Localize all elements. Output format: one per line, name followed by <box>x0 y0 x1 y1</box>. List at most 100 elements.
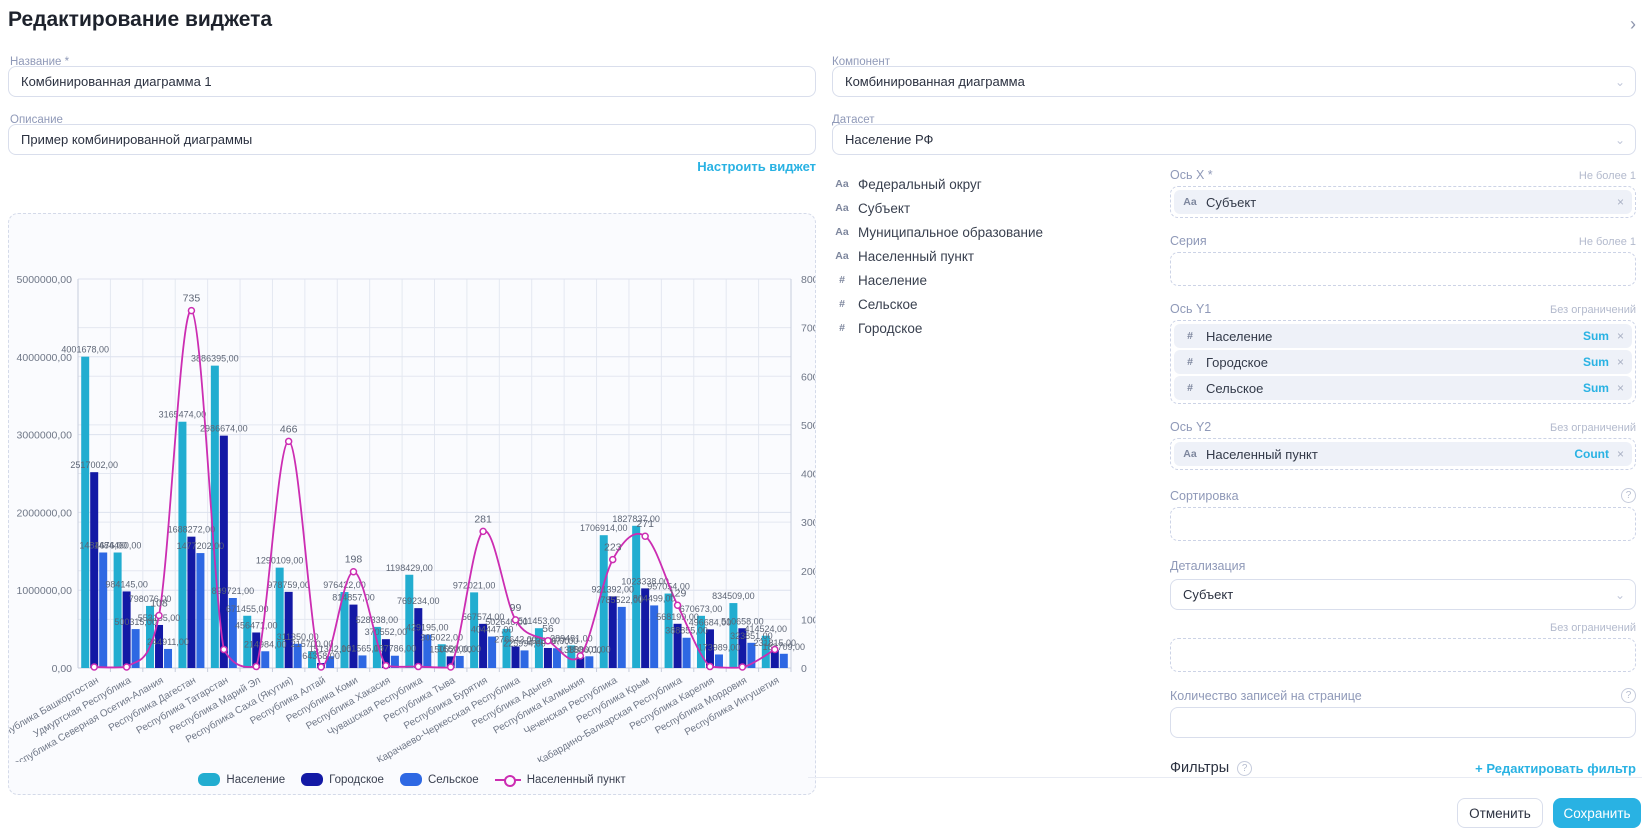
component-select[interactable]: Комбинированная диаграмма ⌄ <box>832 66 1636 97</box>
legend-swatch <box>198 773 220 786</box>
legend-item[interactable]: Население <box>198 773 285 786</box>
svg-text:198: 198 <box>345 554 363 566</box>
svg-text:984145,00: 984145,00 <box>105 579 148 589</box>
aggregation-selector[interactable]: Sum <box>1583 381 1609 395</box>
svg-text:370552,00: 370552,00 <box>365 627 408 637</box>
svg-text:300: 300 <box>801 517 815 529</box>
svg-text:108: 108 <box>150 597 168 609</box>
configure-widget-link[interactable]: Настроить виджет <box>697 159 816 174</box>
svg-text:1198429,00: 1198429,00 <box>386 563 433 573</box>
number-field-icon: # <box>1182 330 1198 342</box>
axis-y1-chip[interactable]: # Сельское Sum × <box>1174 376 1632 400</box>
axis-y1-header: Ось Y1 Без ограничений <box>1170 302 1636 316</box>
cancel-button[interactable]: Отменить <box>1457 798 1543 828</box>
svg-text:305022,00: 305022,00 <box>420 632 463 642</box>
save-button[interactable]: Сохранить <box>1553 798 1641 828</box>
text-field-icon: Аа <box>1182 196 1198 208</box>
close-icon[interactable]: × <box>1617 195 1624 209</box>
axis-x-header: Ось X * Не более 1 <box>1170 168 1636 182</box>
combo-chart: 0,001000000,002000000,003000000,00400000… <box>9 214 815 762</box>
axis-x-dropzone[interactable]: Аа Субъект × <box>1170 186 1636 218</box>
svg-text:700: 700 <box>801 323 815 335</box>
svg-text:500315,00: 500315,00 <box>114 617 157 627</box>
question-icon[interactable]: ? <box>1237 761 1252 776</box>
chart-legend: Население Городское Сельское Населенный пун… <box>9 773 815 786</box>
page-size-input[interactable] <box>1170 707 1636 738</box>
dataset-field-item[interactable]: Аа Федеральный округ <box>834 174 1154 194</box>
svg-text:150601,00: 150601,00 <box>568 644 611 654</box>
svg-text:1706914,00: 1706914,00 <box>580 523 628 533</box>
svg-text:100: 100 <box>801 614 815 626</box>
close-icon[interactable]: × <box>1617 381 1624 395</box>
svg-text:500: 500 <box>801 420 815 432</box>
extra-dropzone[interactable] <box>1170 638 1636 672</box>
dataset-field-item[interactable]: # Население <box>834 270 1154 290</box>
svg-text:2986674,00: 2986674,00 <box>200 424 248 434</box>
legend-label: Городское <box>329 774 384 786</box>
name-input[interactable] <box>8 66 816 97</box>
svg-text:3886395,00: 3886395,00 <box>191 354 239 364</box>
svg-text:129: 129 <box>669 587 687 599</box>
description-input[interactable] <box>8 124 816 155</box>
svg-text:56: 56 <box>542 623 554 635</box>
text-field-icon: Аа <box>1182 448 1198 460</box>
dataset-field-list: Аа Федеральный округ Аа Субъект Аа Муниц… <box>834 174 1154 338</box>
svg-text:510658,00: 510658,00 <box>721 616 764 626</box>
dataset-field-item[interactable]: Аа Населенный пункт <box>834 246 1154 266</box>
axis-y1-dropzone[interactable]: # Население Sum × # Городское Sum × # Се… <box>1170 320 1636 404</box>
legend-item[interactable]: Городское <box>301 773 384 786</box>
close-icon[interactable]: × <box>1617 355 1624 369</box>
aggregation-selector[interactable]: Sum <box>1583 329 1609 343</box>
svg-text:271: 271 <box>636 518 654 530</box>
svg-text:4001678,00: 4001678,00 <box>61 345 109 355</box>
svg-text:0,00: 0,00 <box>52 663 73 675</box>
aggregation-selector[interactable]: Count <box>1574 447 1609 461</box>
svg-text:388855,00: 388855,00 <box>665 626 708 636</box>
axis-y2-dropzone[interactable]: Аа Населенный пункт Count × <box>1170 438 1636 470</box>
number-field-icon: # <box>834 298 850 310</box>
svg-text:1477202,00: 1477202,00 <box>177 541 225 551</box>
legend-item[interactable]: Населенный пункт <box>495 773 626 786</box>
sorting-dropzone[interactable] <box>1170 507 1636 541</box>
svg-text:2517002,00: 2517002,00 <box>70 460 118 470</box>
svg-text:429195,00: 429195,00 <box>406 623 449 633</box>
svg-text:281: 281 <box>474 513 492 525</box>
edit-filter-link[interactable]: + Редактировать фильтр <box>1475 761 1636 776</box>
legend-label: Населенный пункт <box>527 774 626 786</box>
detail-field-label: Детализация <box>1170 557 1636 575</box>
dataset-field-item[interactable]: # Городское <box>834 318 1154 338</box>
question-icon[interactable]: ? <box>1621 688 1636 703</box>
collapse-panel-icon[interactable]: › <box>1630 14 1636 35</box>
dataset-select[interactable]: Население РФ ⌄ <box>832 124 1636 155</box>
svg-text:3165474,00: 3165474,00 <box>159 410 207 420</box>
close-icon[interactable]: × <box>1617 329 1624 343</box>
svg-text:978759,00: 978759,00 <box>267 580 310 590</box>
dataset-field-item[interactable]: Аа Муниципальное образование <box>834 222 1154 242</box>
dataset-field-item[interactable]: Аа Субъект <box>834 198 1154 218</box>
svg-text:972021,00: 972021,00 <box>453 580 496 590</box>
aggregation-selector[interactable]: Sum <box>1583 355 1609 369</box>
svg-text:99: 99 <box>510 602 522 614</box>
svg-text:800: 800 <box>801 274 815 286</box>
svg-text:3000000,00: 3000000,00 <box>17 430 73 442</box>
axis-y1-chip[interactable]: # Население Sum × <box>1174 324 1632 348</box>
legend-line-marker <box>495 773 521 786</box>
detail-select[interactable]: Субъект ⌄ <box>1170 579 1636 610</box>
svg-text:456471,00: 456471,00 <box>235 620 278 630</box>
legend-item[interactable]: Сельское <box>400 773 479 786</box>
svg-text:1290109,00: 1290109,00 <box>256 556 304 566</box>
close-icon[interactable]: × <box>1617 447 1624 461</box>
svg-text:600: 600 <box>801 371 815 383</box>
axis-y1-chip[interactable]: # Городское Sum × <box>1174 350 1632 374</box>
number-field-icon: # <box>1182 356 1198 368</box>
dataset-field-item[interactable]: # Сельское <box>834 294 1154 314</box>
legend-swatch <box>301 773 323 786</box>
svg-text:323851,00: 323851,00 <box>730 631 773 641</box>
question-icon[interactable]: ? <box>1621 488 1636 503</box>
axis-x-chip[interactable]: Аа Субъект × <box>1174 190 1632 214</box>
extra-limit-label: Без ограничений <box>1550 622 1636 634</box>
series-dropzone[interactable] <box>1170 252 1636 286</box>
svg-text:182709,00: 182709,00 <box>763 642 806 652</box>
axis-y2-chip[interactable]: Аа Населенный пункт Count × <box>1174 442 1632 466</box>
text-field-icon: Аа <box>834 178 850 190</box>
